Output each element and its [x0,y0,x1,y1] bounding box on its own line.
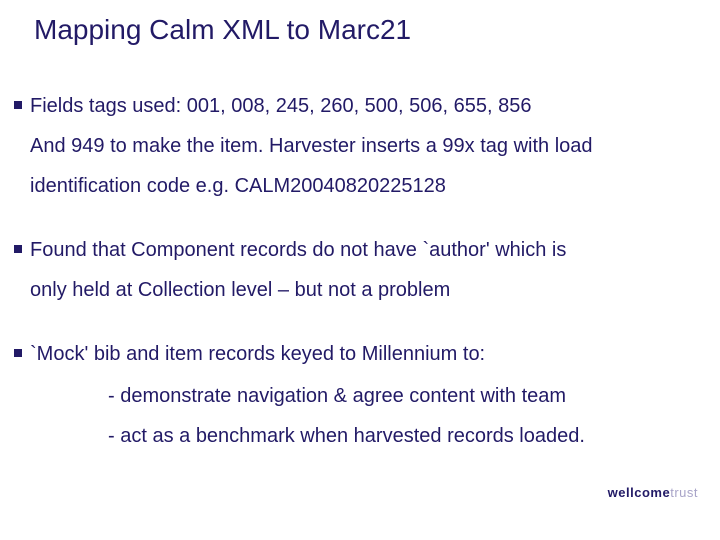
bullet-continuation: only held at Collection level – but not … [30,272,700,308]
bullet-icon [14,245,22,253]
slide-body: Fields tags used: 001, 008, 245, 260, 50… [14,88,700,458]
sub-list: - demonstrate navigation & agree content… [108,378,700,454]
sub-item: - act as a benchmark when harvested reco… [108,418,700,454]
footer-logo: wellcometrust [608,485,698,500]
bullet-icon [14,349,22,357]
bullet-item: Found that Component records do not have… [14,232,700,268]
bullet-item: `Mock' bib and item records keyed to Mil… [14,336,700,372]
slide: Mapping Calm XML to Marc21 Fields tags u… [0,0,720,540]
bullet-text: Found that Component records do not have… [30,232,700,268]
bullet-item: Fields tags used: 001, 008, 245, 260, 50… [14,88,700,124]
logo-bold: wellcome [608,485,671,500]
sub-item: - demonstrate navigation & agree content… [108,378,700,414]
slide-title: Mapping Calm XML to Marc21 [34,14,411,46]
bullet-text: Fields tags used: 001, 008, 245, 260, 50… [30,88,700,124]
logo-light: trust [670,485,698,500]
bullet-icon [14,101,22,109]
bullet-continuation: identification code e.g. CALM20040820225… [30,168,700,204]
bullet-text: `Mock' bib and item records keyed to Mil… [30,336,700,372]
bullet-continuation: And 949 to make the item. Harvester inse… [30,128,700,164]
